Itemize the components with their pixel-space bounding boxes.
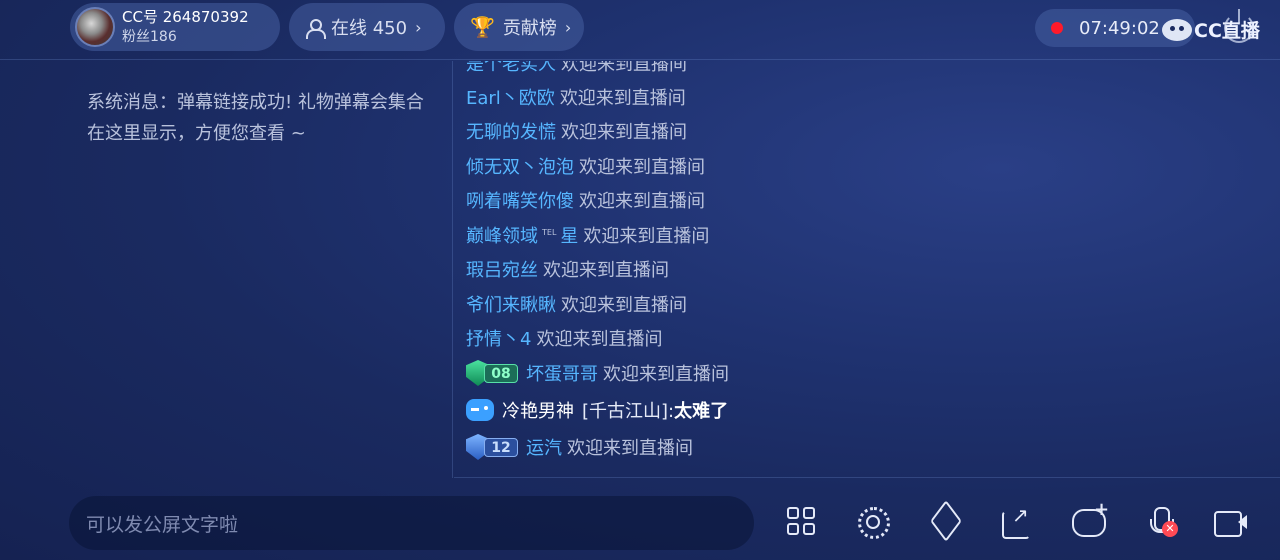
username[interactable]: 冷艳男神 [502,397,574,423]
username[interactable]: 瑕吕宛丝 [466,256,538,282]
level-badge-icon: 12 [466,434,520,460]
level-badge-icon: 08 [466,360,520,386]
welcome-text: 欢迎来到直播间 [567,438,693,459]
avatar[interactable] [75,7,115,47]
grid-icon[interactable] [785,505,819,539]
system-message: 系统消息：弹幕链接成功! 礼物弹幕会集合在这里显示，方便您查看 ~ [87,92,424,144]
user-tag: [千古江山]: [582,401,675,422]
username[interactable]: 抒情丶4 [466,325,531,351]
chat-message: 是个老实人 欢迎来到直播间 [466,61,687,78]
chat-message: 巅峰领域 TEL 星 欢迎来到直播间 [466,220,709,250]
online-count: 在线 450 [331,18,408,39]
chevron-right-icon: › [564,17,572,37]
chat-list[interactable]: 是个老实人 欢迎来到直播间 Earl丶欧欧 欢迎来到直播间 无聊的发慌 欢迎来到… [454,61,1280,478]
cc-id: CC号 264870392 [122,7,249,26]
welcome-text: 欢迎来到直播间 [561,295,687,316]
welcome-text: 欢迎来到直播间 [536,329,663,350]
emoji-add-icon[interactable] [1070,499,1109,539]
chevron-right-icon: › [415,17,422,37]
chat-message: Earl丶欧欧 欢迎来到直播间 [466,82,686,112]
trophy-icon: 🏆 [470,15,495,39]
chat-message: 无聊的发慌 欢迎来到直播间 [466,116,687,146]
cube-icon[interactable] [929,505,963,539]
online-count-button[interactable]: 在线 450 › [289,3,445,51]
mic-muted-icon: ✕ [1162,521,1178,537]
welcome-text: 欢迎来到直播间 [583,226,710,247]
chat-message: 冷艳男神 [千古江山]: 太难了 [466,395,728,425]
contribution-rank-button[interactable]: 🏆 贡献榜 › [454,3,584,51]
username[interactable]: 坏蛋哥哥 [526,360,598,386]
username-superscript: TEL [542,228,557,237]
gear-icon[interactable] [856,505,890,539]
user-icon [305,18,326,39]
chat-message: 爷们来瞅瞅 欢迎来到直播间 [466,289,687,319]
top-bar: CC号 264870392 粉丝186 在线 450 › 🏆 贡献榜 › 07:… [0,0,1280,60]
recording-dot-icon [1051,22,1063,34]
fans-count: 粉丝186 [122,28,177,45]
username[interactable]: 无聊的发慌 [466,118,556,144]
username-part: 星 [560,226,579,247]
welcome-text: 欢迎来到直播间 [579,191,705,212]
chat-message: 抒情丶4 欢迎来到直播间 [466,323,662,353]
username[interactable]: 巅峰领域 TEL 星 [466,222,578,248]
badge-level: 08 [484,364,518,383]
username[interactable]: 爷们来瞅瞅 [466,291,556,317]
welcome-text: 欢迎来到直播间 [561,122,687,143]
welcome-text: 欢迎来到直播间 [559,88,686,109]
username[interactable]: 倾无双丶泡泡 [466,153,574,179]
chat-message: 08 坏蛋哥哥 欢迎来到直播间 [466,358,729,388]
username[interactable]: 咧着嘴笑你傻 [466,187,574,213]
chat-message: 咧着嘴笑你傻 欢迎来到直播间 [466,185,705,215]
chat-message: 12 运汽 欢迎来到直播间 [466,432,693,462]
chat-input[interactable]: 可以发公屏文字啦 [69,496,754,550]
live-time: 07:49:02 [1079,17,1160,39]
chat-message: 倾无双丶泡泡 欢迎来到直播间 [466,151,705,181]
welcome-text: 欢迎来到直播间 [579,157,705,178]
profile-info: CC号 264870392 粉丝186 [122,8,249,47]
chat-input-placeholder: 可以发公屏文字啦 [86,513,239,536]
power-icon[interactable] [1224,9,1254,43]
welcome-text: 欢迎来到直播间 [543,260,669,281]
gift-message-panel: 系统消息：弹幕链接成功! 礼物弹幕会集合在这里显示，方便您查看 ~ [55,61,453,478]
username[interactable]: 是个老实人 [466,61,556,76]
username[interactable]: 运汽 [526,434,562,460]
cc-mascot-icon [1162,18,1192,41]
username-part: 巅峰领域 [466,226,538,247]
gamepad-icon [466,399,494,421]
username[interactable]: Earl丶欧欧 [466,84,555,110]
chat-text: 太难了 [674,401,729,422]
welcome-text: 欢迎来到直播间 [561,61,687,75]
share-icon[interactable] [1000,503,1034,539]
anchor-profile[interactable]: CC号 264870392 粉丝186 [70,3,280,51]
welcome-text: 欢迎来到直播间 [603,364,729,385]
video-camera-icon[interactable] [1214,505,1248,539]
rank-label: 贡献榜 [502,18,557,39]
badge-level: 12 [484,438,518,457]
chat-message: 瑕吕宛丝 欢迎来到直播间 [466,254,669,284]
